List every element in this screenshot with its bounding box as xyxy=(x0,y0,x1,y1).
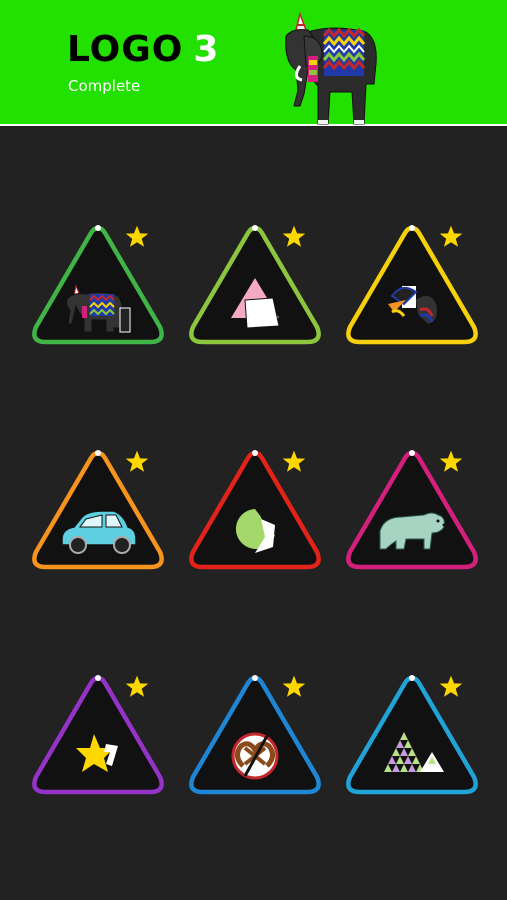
level-tile[interactable] xyxy=(175,445,335,585)
level-tile[interactable] xyxy=(18,220,178,360)
triangle-frame xyxy=(32,675,164,795)
pretzel-logo-icon xyxy=(231,732,279,780)
star-icon xyxy=(125,225,149,247)
triangle-frame xyxy=(346,225,478,345)
star-icon xyxy=(282,225,306,247)
elephant-logo-icon xyxy=(285,11,377,125)
level-tile[interactable] xyxy=(175,220,335,360)
level-header: LOGO 3 Complete xyxy=(0,0,507,126)
logo-title-text: LOGO xyxy=(67,29,184,70)
level-tile[interactable] xyxy=(332,670,492,810)
star-icon xyxy=(282,450,306,472)
level-tile[interactable] xyxy=(332,220,492,360)
star-icon xyxy=(439,450,463,472)
level-tile[interactable] xyxy=(332,445,492,585)
triangle-frame xyxy=(189,225,321,345)
star-icon xyxy=(439,225,463,247)
level-tile[interactable] xyxy=(18,670,178,810)
triangle-frame xyxy=(32,450,164,570)
triangle-frame xyxy=(346,450,478,570)
level-number: 3 xyxy=(193,29,220,70)
star-icon xyxy=(282,675,306,697)
star-icon xyxy=(439,675,463,697)
level-tile[interactable] xyxy=(18,445,178,585)
triangle-frame xyxy=(32,225,164,345)
star-icon xyxy=(125,450,149,472)
triangle-frame xyxy=(189,675,321,795)
triangle-frame xyxy=(346,675,478,795)
level-tile[interactable] xyxy=(175,670,335,810)
triangle-frame xyxy=(189,450,321,570)
level-status: Complete xyxy=(68,77,141,95)
star-icon xyxy=(125,675,149,697)
level-title: LOGO 3 xyxy=(67,30,219,70)
